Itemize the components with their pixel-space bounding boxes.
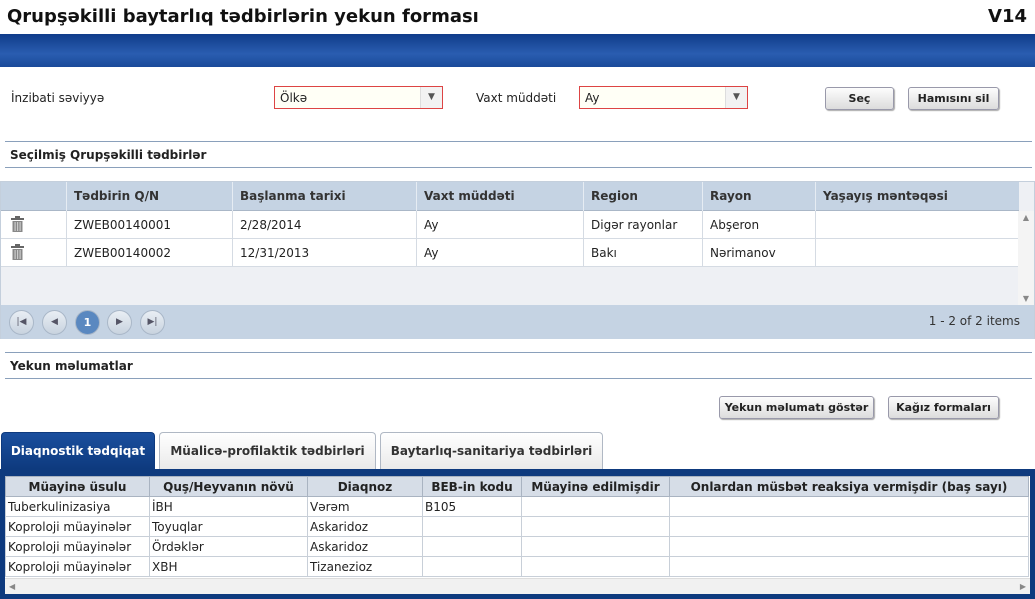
cell: 12/31/2013 [232,239,416,267]
cell: Ay [416,239,583,267]
col-header[interactable]: Vaxt müddəti [416,182,583,211]
cell [422,516,522,537]
show-summary-button[interactable]: Yekun məlumatı göstər [719,396,874,419]
page-number-button[interactable]: 1 [75,310,100,335]
summary-section-header: Yekun məlumatlar [5,352,1032,379]
cell [521,496,670,517]
cell: XBH [149,556,308,577]
selected-grid: Tədbirin Q/N Başlanma tarixi Vaxt müddət… [0,181,1035,339]
col-header[interactable]: Diaqnoz [307,476,423,497]
col-header[interactable]: Quş/Heyvanın növü [149,476,308,497]
cell: Abşeron [702,211,815,239]
cell: Ördəklər [149,536,308,557]
clear-all-button[interactable]: Hamısını sil [908,87,999,110]
cell [422,556,522,577]
select-button[interactable]: Seç [825,87,894,110]
col-header[interactable]: Müayinə üsulu [5,476,150,497]
cell: ZWEB00140001 [66,211,232,239]
selected-grid-header: Tədbirin Q/N Başlanma tarixi Vaxt müddət… [1,182,1019,211]
table-row[interactable]: Koproloji müayinələr Toyuqlar Askaridoz [5,516,1029,537]
diag-grid: Müayinə üsulu Quş/Heyvanın növü Diaqnoz … [5,476,1030,594]
col-header[interactable]: Rayon [702,182,815,211]
trash-icon[interactable] [11,244,24,260]
cell: İBH [149,496,308,517]
table-row[interactable]: Koproloji müayinələr Ördəklər Askaridoz [5,536,1029,557]
horizontal-scrollbar[interactable]: ◀ ▶ [5,578,1030,594]
cell [815,211,1019,239]
scroll-up-icon[interactable]: ▲ [1018,213,1034,222]
admin-level-value: Ölkə [280,91,308,105]
period-select[interactable]: Ay ▼ [579,86,748,109]
diag-header-row: Müayinə üsulu Quş/Heyvanın növü Diaqnoz … [5,476,1029,497]
cell [669,556,1029,577]
tab-treatment[interactable]: Müalicə-profilaktik tədbirləri [159,432,376,469]
cell: Askaridoz [307,516,423,537]
cell: Koproloji müayinələr [5,556,150,577]
col-header[interactable]: Onlardan müsbət reaksiya vermişdir (baş … [669,476,1029,497]
col-header[interactable]: Yaşayış məntəqəsi [815,182,1019,211]
title-bar: Qrupşəkilli baytarlıq tədbirlərin yekun … [0,0,1035,34]
cell: ZWEB00140002 [66,239,232,267]
cell [521,556,670,577]
table-row[interactable]: Koproloji müayinələr XBH Tizanezioz [5,556,1029,577]
cell: 2/28/2014 [232,211,416,239]
selected-section-header: Seçilmiş Qrupşəkilli tədbirlər [5,141,1032,168]
cell [669,516,1029,537]
cell [669,496,1029,517]
admin-level-label: İnzibati səviyyə [11,91,105,105]
page-title: Qrupşəkilli baytarlıq tədbirlərin yekun … [7,6,479,27]
cell: Tizanezioz [307,556,423,577]
scroll-right-icon[interactable]: ▶ [1020,582,1026,591]
table-row[interactable]: Tuberkulinizasiya İBH Vərəm B105 [5,496,1029,517]
scroll-left-icon[interactable]: ◀ [9,582,15,591]
diag-table: Müayinə üsulu Quş/Heyvanın növü Diaqnoz … [5,476,1029,577]
tab-sanitary[interactable]: Baytarlıq-sanitariya tədbirləri [380,432,603,469]
first-page-icon[interactable]: |◀ [9,310,34,335]
cell [669,536,1029,557]
cell [815,239,1019,267]
col-header[interactable]: Müayinə edilmişdir [521,476,670,497]
prev-page-icon[interactable]: ◀ [42,310,67,335]
cell: Nərimanov [702,239,815,267]
tab-diagnostic[interactable]: Diaqnostik tədqiqat [1,432,155,469]
cell: Ay [416,211,583,239]
period-label: Vaxt müddəti [476,91,557,105]
col-header[interactable]: BEB-in kodu [422,476,522,497]
pager-info: 1 - 2 of 2 items [928,314,1020,328]
cell: Tuberkulinizasiya [5,496,150,517]
col-header[interactable]: Tədbirin Q/N [66,182,232,211]
period-value: Ay [585,91,600,105]
triangle-down-icon[interactable]: ▼ [420,87,442,108]
table-row[interactable]: ZWEB00140001 2/28/2014 Ay Digər rayonlar… [1,211,1019,239]
table-row[interactable]: ZWEB00140002 12/31/2013 Ay Bakı Nərimano… [1,239,1019,267]
cell: Koproloji müayinələr [5,516,150,537]
cell [422,536,522,557]
cell: Vərəm [307,496,423,517]
trash-icon[interactable] [11,216,24,232]
cell: Digər rayonlar [583,211,702,239]
cell: Toyuqlar [149,516,308,537]
cell: Askaridoz [307,536,423,557]
next-page-icon[interactable]: ▶ [107,310,132,335]
last-page-icon[interactable]: ▶| [140,310,165,335]
version-label: V14 [988,6,1027,27]
cell [521,516,670,537]
vertical-scrollbar[interactable]: ▲ ▼ [1018,211,1034,305]
cell: B105 [422,496,522,517]
scroll-down-icon[interactable]: ▼ [1018,294,1034,303]
tab-panel: Müayinə üsulu Quş/Heyvanın növü Diaqnoz … [0,469,1035,599]
cell: Koproloji müayinələr [5,536,150,557]
col-header[interactable]: Başlanma tarixi [232,182,416,211]
col-header[interactable]: Region [583,182,702,211]
summary-section-title: Yekun məlumatlar [10,359,133,373]
triangle-down-icon[interactable]: ▼ [725,87,747,108]
selected-section-title: Seçilmiş Qrupşəkilli tədbirlər [10,148,207,162]
cell [521,536,670,557]
paper-forms-button[interactable]: Kağız formaları [888,396,999,419]
header-band [0,34,1035,67]
cell: Bakı [583,239,702,267]
pager: |◀ ◀ 1 ▶ ▶| 1 - 2 of 2 items [1,305,1034,339]
admin-level-select[interactable]: Ölkə ▼ [274,86,443,109]
